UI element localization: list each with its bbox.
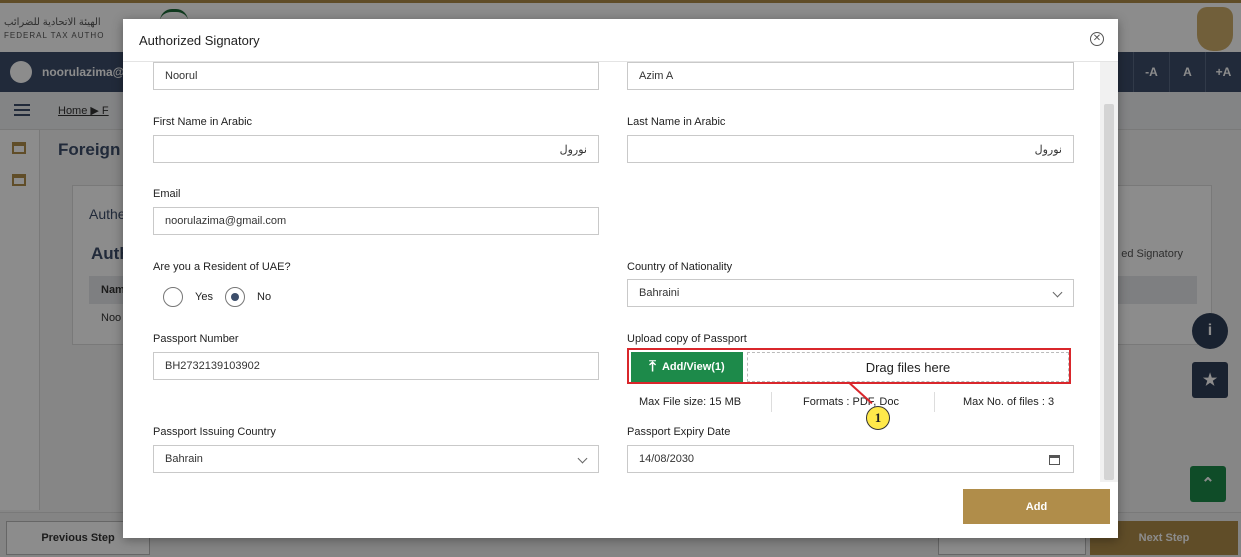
passport-upload: ⤒ Add/View(1) Drag files here	[627, 348, 1071, 384]
chevron-down-icon	[1052, 287, 1063, 298]
max-files-text: Max No. of files : 3	[963, 396, 1055, 408]
calendar-icon[interactable]	[1049, 455, 1060, 465]
modal-scrollbar[interactable]	[1100, 62, 1118, 482]
last-name-field[interactable]: Azim A	[627, 62, 1074, 90]
expiry-date-field[interactable]: 14/08/2030	[627, 445, 1074, 473]
email-field[interactable]: noorulazima@gmail.com	[153, 207, 599, 235]
upload-icon: ⤒	[649, 358, 656, 375]
file-dropzone[interactable]: Drag files here	[747, 352, 1069, 382]
resident-no-label: No	[257, 291, 272, 303]
authorized-signatory-modal: Authorized Signatory ✕ Noorul Azim A Fir…	[123, 19, 1118, 538]
add-view-upload-button[interactable]: ⤒ Add/View(1)	[631, 352, 743, 382]
nationality-value: Bahraini	[639, 287, 680, 299]
formats-text: Formats : PDF, Doc	[803, 396, 899, 408]
nationality-select[interactable]: Bahraini	[627, 279, 1074, 307]
annotation-marker: 1	[866, 406, 890, 430]
scrollbar-thumb[interactable]	[1104, 104, 1114, 480]
chevron-down-icon	[577, 453, 588, 464]
first-name-arabic-label: First Name in Arabic	[153, 116, 253, 128]
resident-no-radio[interactable]	[225, 287, 245, 307]
passport-number-label: Passport Number	[153, 333, 239, 345]
first-name-arabic-field[interactable]: نورول	[153, 135, 599, 163]
issuing-country-value: Bahrain	[165, 453, 203, 465]
last-name-arabic-label: Last Name in Arabic	[627, 116, 726, 128]
expiry-date-value: 14/08/2030	[639, 453, 695, 465]
close-icon[interactable]: ✕	[1090, 32, 1104, 46]
first-name-field[interactable]: Noorul	[153, 62, 599, 90]
resident-yes-label: Yes	[195, 291, 213, 303]
resident-yes-radio[interactable]	[163, 287, 183, 307]
issuing-country-label: Passport Issuing Country	[153, 426, 276, 438]
last-name-arabic-field[interactable]: نورول	[627, 135, 1074, 163]
nationality-label: Country of Nationality	[627, 261, 733, 273]
max-file-size-text: Max File size: 15 MB	[639, 396, 742, 408]
issuing-country-select[interactable]: Bahrain	[153, 445, 599, 473]
modal-title: Authorized Signatory	[139, 33, 260, 48]
resident-label: Are you a Resident of UAE?	[153, 261, 291, 273]
modal-header: Authorized Signatory ✕	[123, 19, 1118, 62]
upload-button-label: Add/View(1)	[661, 361, 725, 373]
upload-passport-label: Upload copy of Passport	[627, 333, 747, 345]
passport-number-field[interactable]: BH2732139103902	[153, 352, 599, 380]
add-button[interactable]: Add	[963, 489, 1110, 524]
email-label: Email	[153, 188, 181, 200]
info-separator	[934, 392, 935, 412]
expiry-date-label: Passport Expiry Date	[627, 426, 731, 438]
info-separator	[771, 392, 772, 412]
